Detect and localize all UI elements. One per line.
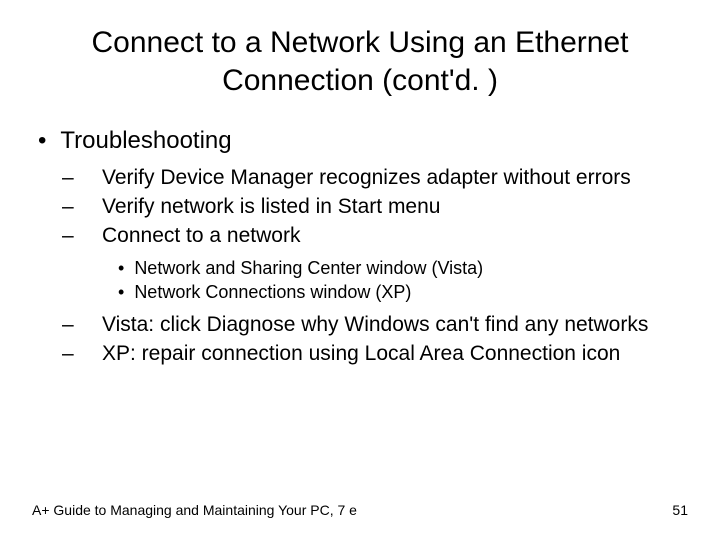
bullet-level2: –Vista: click Diagnose why Windows can't… bbox=[82, 312, 688, 339]
bullet-level2: –Verify Device Manager recognizes adapte… bbox=[82, 165, 688, 192]
dash-icon: – bbox=[82, 223, 102, 250]
bullet-level2-text: Vista: click Diagnose why Windows can't … bbox=[102, 313, 648, 336]
bullet-dot-icon: • bbox=[118, 258, 124, 278]
footer-source: A+ Guide to Managing and Maintaining You… bbox=[32, 502, 357, 518]
bullet-level3-text: Network Connections window (XP) bbox=[134, 282, 411, 302]
bullet-dot-icon: • bbox=[118, 282, 124, 302]
bullet-level2-text: Verify network is listed in Start menu bbox=[102, 195, 440, 218]
bullet-level2-text: Connect to a network bbox=[102, 224, 300, 247]
bullet-level3-text: Network and Sharing Center window (Vista… bbox=[134, 258, 483, 278]
dash-icon: – bbox=[82, 341, 102, 368]
bullet-level2-text: XP: repair connection using Local Area C… bbox=[102, 342, 620, 365]
bullet-level2: –XP: repair connection using Local Area … bbox=[82, 341, 688, 368]
bullet-level2: –Verify network is listed in Start menu bbox=[82, 194, 688, 221]
bullet-level1: • Troubleshooting bbox=[38, 127, 688, 155]
bullet-level2-text: Verify Device Manager recognizes adapter… bbox=[102, 166, 631, 189]
footer-page-number: 51 bbox=[672, 502, 688, 518]
dash-icon: – bbox=[82, 312, 102, 339]
level2-list: –Verify Device Manager recognizes adapte… bbox=[82, 165, 688, 368]
slide-footer: A+ Guide to Managing and Maintaining You… bbox=[32, 502, 688, 518]
bullet-dot-icon: • bbox=[38, 127, 46, 154]
bullet-level3: • Network and Sharing Center window (Vist… bbox=[118, 256, 688, 280]
dash-icon: – bbox=[82, 194, 102, 221]
bullet-level3: • Network Connections window (XP) bbox=[118, 280, 688, 304]
bullet-level2: –Connect to a network bbox=[82, 223, 688, 250]
dash-icon: – bbox=[82, 165, 102, 192]
slide-title: Connect to a Network Using an Ethernet C… bbox=[72, 24, 648, 99]
level3-list: • Network and Sharing Center window (Vist… bbox=[118, 256, 688, 305]
bullet-level1-text: Troubleshooting bbox=[60, 127, 231, 154]
